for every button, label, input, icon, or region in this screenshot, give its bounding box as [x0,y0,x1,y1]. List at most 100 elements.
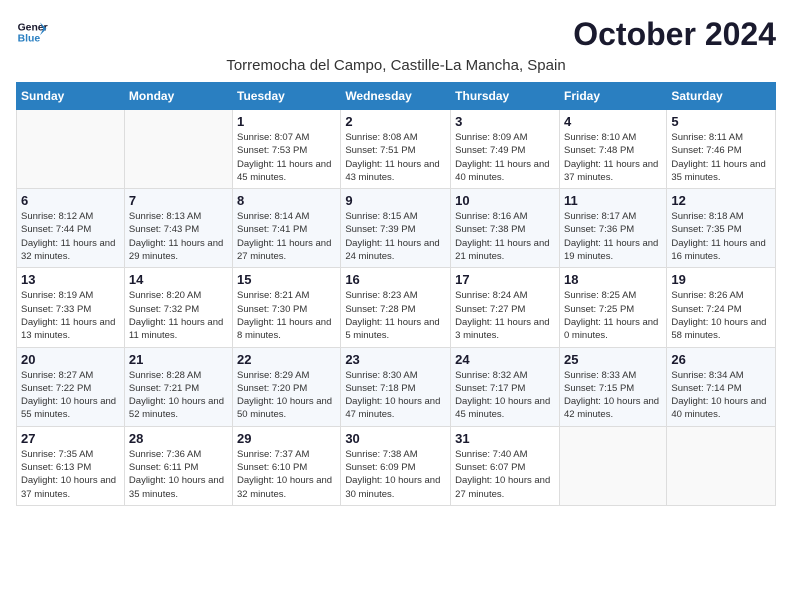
calendar-cell: 23Sunrise: 8:30 AM Sunset: 7:18 PM Dayli… [341,347,451,426]
day-number: 3 [455,114,555,129]
day-info: Sunrise: 8:33 AM Sunset: 7:15 PM Dayligh… [564,369,662,422]
day-info: Sunrise: 7:35 AM Sunset: 6:13 PM Dayligh… [21,448,120,501]
day-info: Sunrise: 8:34 AM Sunset: 7:14 PM Dayligh… [671,369,771,422]
calendar-cell: 2 Sunrise: 8:08 AM Sunset: 7:51 PM Daylig… [341,110,451,189]
week-row-5: 27Sunrise: 7:35 AM Sunset: 6:13 PM Dayli… [17,426,776,505]
calendar-cell: 7 Sunrise: 8:13 AM Sunset: 7:43 PM Daylig… [124,189,232,268]
day-number: 13 [21,272,120,287]
day-number: 7 [129,193,228,208]
day-number: 26 [671,352,771,367]
day-number: 2 [345,114,446,129]
day-info: Sunrise: 8:23 AM Sunset: 7:28 PM Dayligh… [345,289,446,342]
day-number: 4 [564,114,662,129]
day-info: Sunrise: 8:15 AM Sunset: 7:39 PM Dayligh… [345,210,446,263]
weekday-header-sunday: Sunday [17,83,125,110]
calendar-cell: 22 Sunrise: 8:29 AM Sunset: 7:20 PM Dayli… [233,347,341,426]
day-info: Sunrise: 7:38 AM Sunset: 6:09 PM Dayligh… [345,448,446,501]
calendar-cell: 15Sunrise: 8:21 AM Sunset: 7:30 PM Dayli… [233,268,341,347]
day-info: Sunrise: 8:10 AM Sunset: 7:48 PM Dayligh… [564,131,662,184]
day-number: 16 [345,272,446,287]
calendar-cell [17,110,125,189]
day-number: 11 [564,193,662,208]
day-info: Sunrise: 8:26 AM Sunset: 7:24 PM Dayligh… [671,289,771,342]
week-row-1: 1 Sunrise: 8:07 AM Sunset: 7:53 PM Daylig… [17,110,776,189]
calendar-cell: 20Sunrise: 8:27 AM Sunset: 7:22 PM Dayli… [17,347,125,426]
calendar-cell: 1 Sunrise: 8:07 AM Sunset: 7:53 PM Daylig… [233,110,341,189]
day-info: Sunrise: 8:08 AM Sunset: 7:51 PM Dayligh… [345,131,446,184]
calendar-cell: 30 Sunrise: 7:38 AM Sunset: 6:09 PM Dayli… [341,426,451,505]
calendar-cell: 19 Sunrise: 8:26 AM Sunset: 7:24 PM Dayli… [667,268,776,347]
calendar-cell [124,110,232,189]
weekday-header-saturday: Saturday [667,83,776,110]
day-info: Sunrise: 8:29 AM Sunset: 7:20 PM Dayligh… [237,369,336,422]
day-number: 20 [21,352,120,367]
day-number: 12 [671,193,771,208]
day-info: Sunrise: 7:37 AM Sunset: 6:10 PM Dayligh… [237,448,336,501]
day-number: 22 [237,352,336,367]
weekday-header-thursday: Thursday [451,83,560,110]
day-info: Sunrise: 7:36 AM Sunset: 6:11 PM Dayligh… [129,448,228,501]
calendar-cell: 31 Sunrise: 7:40 AM Sunset: 6:07 PM Dayli… [451,426,560,505]
day-number: 1 [237,114,336,129]
day-info: Sunrise: 8:09 AM Sunset: 7:49 PM Dayligh… [455,131,555,184]
calendar-cell: 5 Sunrise: 8:11 AM Sunset: 7:46 PM Daylig… [667,110,776,189]
logo: General Blue General Blue [16,16,48,48]
day-number: 30 [345,431,446,446]
weekday-header-monday: Monday [124,83,232,110]
page-header: General Blue General Blue October 2024 [16,16,776,53]
calendar-cell: 13 Sunrise: 8:19 AM Sunset: 7:33 PM Dayli… [17,268,125,347]
day-number: 14 [129,272,228,287]
day-info: Sunrise: 8:28 AM Sunset: 7:21 PM Dayligh… [129,369,228,422]
calendar-cell: 28 Sunrise: 7:36 AM Sunset: 6:11 PM Dayli… [124,426,232,505]
calendar-cell: 17Sunrise: 8:24 AM Sunset: 7:27 PM Dayli… [451,268,560,347]
day-number: 18 [564,272,662,287]
day-number: 5 [671,114,771,129]
day-number: 24 [455,352,555,367]
day-info: Sunrise: 8:13 AM Sunset: 7:43 PM Dayligh… [129,210,228,263]
weekday-header-tuesday: Tuesday [233,83,341,110]
weekday-header-wednesday: Wednesday [341,83,451,110]
calendar-cell: 27Sunrise: 7:35 AM Sunset: 6:13 PM Dayli… [17,426,125,505]
week-row-4: 20Sunrise: 8:27 AM Sunset: 7:22 PM Dayli… [17,347,776,426]
day-number: 9 [345,193,446,208]
calendar-cell: 18Sunrise: 8:25 AM Sunset: 7:25 PM Dayli… [559,268,666,347]
day-info: Sunrise: 8:30 AM Sunset: 7:18 PM Dayligh… [345,369,446,422]
month-title: October 2024 [573,16,776,53]
day-info: Sunrise: 7:40 AM Sunset: 6:07 PM Dayligh… [455,448,555,501]
weekday-header-row: SundayMondayTuesdayWednesdayThursdayFrid… [17,83,776,110]
location-title: Torremocha del Campo, Castille-La Mancha… [16,57,776,74]
calendar-cell: 9 Sunrise: 8:15 AM Sunset: 7:39 PM Daylig… [341,189,451,268]
day-info: Sunrise: 8:11 AM Sunset: 7:46 PM Dayligh… [671,131,771,184]
weekday-header-friday: Friday [559,83,666,110]
calendar-cell: 26 Sunrise: 8:34 AM Sunset: 7:14 PM Dayli… [667,347,776,426]
day-info: Sunrise: 8:07 AM Sunset: 7:53 PM Dayligh… [237,131,336,184]
calendar-cell: 24 Sunrise: 8:32 AM Sunset: 7:17 PM Dayli… [451,347,560,426]
calendar-cell: 10Sunrise: 8:16 AM Sunset: 7:38 PM Dayli… [451,189,560,268]
day-info: Sunrise: 8:16 AM Sunset: 7:38 PM Dayligh… [455,210,555,263]
day-info: Sunrise: 8:14 AM Sunset: 7:41 PM Dayligh… [237,210,336,263]
day-number: 31 [455,431,555,446]
calendar-cell: 6Sunrise: 8:12 AM Sunset: 7:44 PM Daylig… [17,189,125,268]
calendar-table: SundayMondayTuesdayWednesdayThursdayFrid… [16,82,776,506]
day-number: 8 [237,193,336,208]
calendar-cell [667,426,776,505]
day-number: 21 [129,352,228,367]
day-number: 25 [564,352,662,367]
day-info: Sunrise: 8:18 AM Sunset: 7:35 PM Dayligh… [671,210,771,263]
calendar-cell: 11 Sunrise: 8:17 AM Sunset: 7:36 PM Dayli… [559,189,666,268]
week-row-3: 13 Sunrise: 8:19 AM Sunset: 7:33 PM Dayli… [17,268,776,347]
week-row-2: 6Sunrise: 8:12 AM Sunset: 7:44 PM Daylig… [17,189,776,268]
day-number: 15 [237,272,336,287]
day-info: Sunrise: 8:17 AM Sunset: 7:36 PM Dayligh… [564,210,662,263]
day-info: Sunrise: 8:12 AM Sunset: 7:44 PM Dayligh… [21,210,120,263]
svg-text:Blue: Blue [18,34,41,45]
calendar-cell: 16 Sunrise: 8:23 AM Sunset: 7:28 PM Dayli… [341,268,451,347]
day-number: 19 [671,272,771,287]
calendar-cell: 25 Sunrise: 8:33 AM Sunset: 7:15 PM Dayli… [559,347,666,426]
calendar-cell: 3 Sunrise: 8:09 AM Sunset: 7:49 PM Daylig… [451,110,560,189]
day-info: Sunrise: 8:32 AM Sunset: 7:17 PM Dayligh… [455,369,555,422]
day-info: Sunrise: 8:19 AM Sunset: 7:33 PM Dayligh… [21,289,120,342]
calendar-cell: 29Sunrise: 7:37 AM Sunset: 6:10 PM Dayli… [233,426,341,505]
day-number: 17 [455,272,555,287]
day-number: 28 [129,431,228,446]
